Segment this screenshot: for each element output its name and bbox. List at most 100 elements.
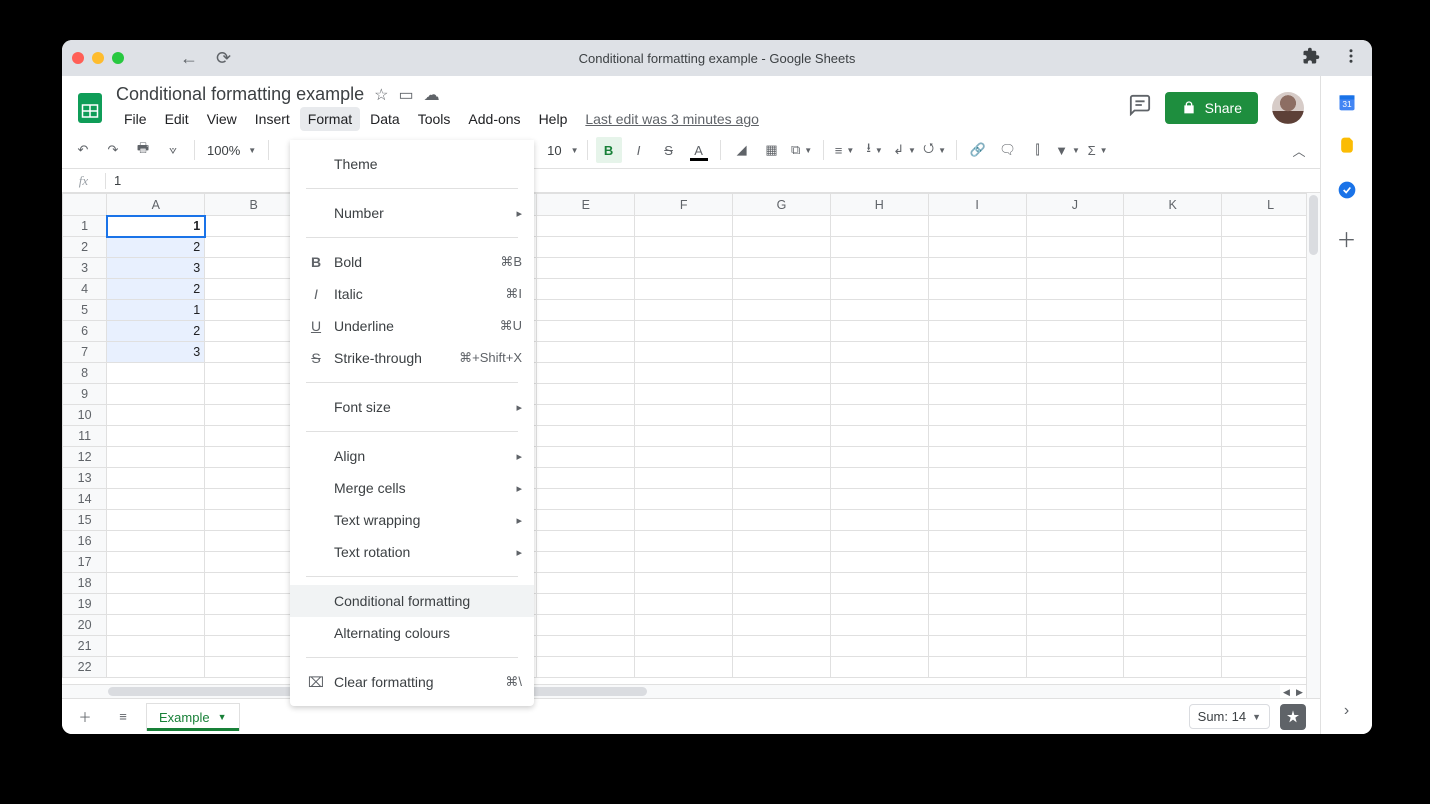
cell[interactable] bbox=[928, 636, 1026, 657]
cell[interactable] bbox=[537, 489, 635, 510]
menu-format[interactable]: Format bbox=[300, 107, 360, 131]
cell[interactable] bbox=[1026, 468, 1124, 489]
cell[interactable] bbox=[1124, 468, 1222, 489]
cell[interactable] bbox=[635, 615, 733, 636]
row-header[interactable]: 9 bbox=[63, 384, 107, 405]
extensions-icon[interactable] bbox=[1302, 47, 1320, 70]
cell[interactable] bbox=[928, 489, 1026, 510]
cell[interactable] bbox=[537, 216, 635, 237]
cell[interactable] bbox=[1222, 258, 1320, 279]
explore-button[interactable] bbox=[1280, 704, 1306, 730]
cell[interactable] bbox=[635, 489, 733, 510]
merge-button[interactable]: ⧉ bbox=[789, 137, 815, 163]
paint-format-icon[interactable]: ⟇ bbox=[160, 137, 186, 163]
cell[interactable] bbox=[205, 426, 303, 447]
cell[interactable] bbox=[733, 615, 831, 636]
cell[interactable] bbox=[537, 405, 635, 426]
cell[interactable] bbox=[205, 300, 303, 321]
last-edit-link[interactable]: Last edit was 3 minutes ago bbox=[585, 111, 759, 127]
cell[interactable] bbox=[107, 426, 205, 447]
row-header[interactable]: 18 bbox=[63, 573, 107, 594]
menu-insert[interactable]: Insert bbox=[247, 107, 298, 131]
add-sheet-button[interactable]: ＋ bbox=[70, 702, 100, 732]
print-icon[interactable]: 🖶 bbox=[130, 137, 156, 163]
v-align-button[interactable]: ⭳ bbox=[862, 137, 888, 163]
cell[interactable] bbox=[1124, 405, 1222, 426]
quicksum-dropdown[interactable]: Sum: 14▼ bbox=[1189, 704, 1270, 729]
menu-item-strikethrough[interactable]: SStrike-through⌘+Shift+X bbox=[290, 342, 534, 374]
cell[interactable] bbox=[1222, 321, 1320, 342]
menu-view[interactable]: View bbox=[199, 107, 245, 131]
cell[interactable] bbox=[733, 510, 831, 531]
cell[interactable] bbox=[830, 405, 928, 426]
col-header-G[interactable]: G bbox=[733, 194, 831, 216]
cell[interactable] bbox=[635, 216, 733, 237]
cell[interactable] bbox=[107, 636, 205, 657]
cell[interactable] bbox=[1026, 300, 1124, 321]
cell[interactable] bbox=[1124, 237, 1222, 258]
cell[interactable] bbox=[635, 468, 733, 489]
cell[interactable] bbox=[537, 363, 635, 384]
cell[interactable] bbox=[928, 594, 1026, 615]
menu-item-align[interactable]: Align bbox=[290, 440, 534, 472]
rotate-button[interactable]: ⭯ bbox=[922, 137, 948, 163]
cell[interactable] bbox=[107, 363, 205, 384]
filter-button[interactable]: ▼ bbox=[1055, 137, 1081, 163]
cell[interactable] bbox=[1222, 468, 1320, 489]
star-icon[interactable]: ☆ bbox=[374, 85, 388, 105]
link-button[interactable]: 🔗 bbox=[965, 137, 991, 163]
cell[interactable] bbox=[1124, 573, 1222, 594]
sheets-logo-icon[interactable] bbox=[70, 88, 110, 128]
cell[interactable] bbox=[928, 279, 1026, 300]
hide-sidepanel-icon[interactable]: › bbox=[1344, 702, 1349, 720]
cell[interactable] bbox=[635, 405, 733, 426]
undo-icon[interactable]: ↶ bbox=[70, 137, 96, 163]
cell[interactable] bbox=[733, 300, 831, 321]
reload-icon[interactable]: ⟳ bbox=[216, 48, 231, 69]
cell[interactable] bbox=[1222, 279, 1320, 300]
comments-icon[interactable] bbox=[1129, 94, 1151, 121]
cell[interactable] bbox=[1124, 552, 1222, 573]
cell[interactable] bbox=[928, 615, 1026, 636]
cell[interactable] bbox=[733, 594, 831, 615]
cell[interactable] bbox=[830, 636, 928, 657]
cell[interactable] bbox=[107, 489, 205, 510]
cell[interactable] bbox=[1222, 531, 1320, 552]
menu-item-wrapping[interactable]: Text wrapping bbox=[290, 504, 534, 536]
font-size-dropdown[interactable]: 10▼ bbox=[542, 142, 578, 159]
cell[interactable] bbox=[1124, 300, 1222, 321]
cell[interactable] bbox=[1026, 531, 1124, 552]
row-header[interactable]: 20 bbox=[63, 615, 107, 636]
cell[interactable] bbox=[537, 426, 635, 447]
menu-data[interactable]: Data bbox=[362, 107, 408, 131]
cell[interactable] bbox=[928, 447, 1026, 468]
cell[interactable] bbox=[1026, 489, 1124, 510]
row-header[interactable]: 19 bbox=[63, 594, 107, 615]
row-header[interactable]: 2 bbox=[63, 237, 107, 258]
menu-item-italic[interactable]: IItalic⌘I bbox=[290, 278, 534, 310]
cell[interactable] bbox=[1124, 258, 1222, 279]
col-header-L[interactable]: L bbox=[1222, 194, 1320, 216]
cell[interactable] bbox=[537, 447, 635, 468]
keep-icon[interactable] bbox=[1337, 136, 1357, 156]
cell[interactable] bbox=[1124, 531, 1222, 552]
cell[interactable] bbox=[830, 342, 928, 363]
cell[interactable] bbox=[830, 657, 928, 678]
cell[interactable] bbox=[205, 657, 303, 678]
menu-tools[interactable]: Tools bbox=[410, 107, 459, 131]
doc-title[interactable]: Conditional formatting example bbox=[116, 84, 364, 105]
cell[interactable] bbox=[830, 279, 928, 300]
fill-color-button[interactable]: ◢ bbox=[729, 137, 755, 163]
cell[interactable] bbox=[928, 426, 1026, 447]
cell[interactable] bbox=[1026, 279, 1124, 300]
minimize-window-icon[interactable] bbox=[92, 52, 104, 64]
vertical-scrollbar[interactable] bbox=[1306, 193, 1320, 698]
cell[interactable] bbox=[107, 615, 205, 636]
cell[interactable]: 2 bbox=[107, 237, 205, 258]
cell[interactable] bbox=[733, 237, 831, 258]
cell[interactable] bbox=[1222, 657, 1320, 678]
menu-item-theme[interactable]: Theme bbox=[290, 148, 534, 180]
cell[interactable] bbox=[1222, 573, 1320, 594]
cell[interactable] bbox=[1026, 552, 1124, 573]
cell[interactable] bbox=[1026, 636, 1124, 657]
